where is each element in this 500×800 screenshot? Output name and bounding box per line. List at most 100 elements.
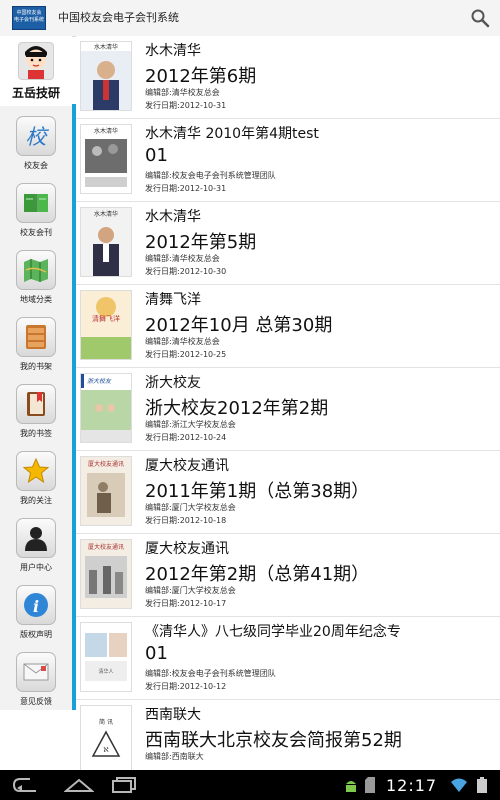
journal-date: 发行日期:2012-10-30 [145,267,227,276]
list-item[interactable]: 水木清华 水木清华 2012年第6期 编辑部:清华校友总会 发行日期:2012-… [76,36,500,119]
list-item[interactable]: 水木清华 水木清华 2010年第4期test 01 编辑部:校友会电子会刊系统管… [76,119,500,202]
journal-issue: 浙大校友2012年第2期 [145,398,329,419]
sidebar-item-label: 用户中心 [20,563,52,572]
sidebar-item-my-bookshelf[interactable]: 我的书架 [0,313,72,379]
journal-name: 浙大校友 [145,375,201,391]
sidebar-item-label: 我的书架 [20,362,52,371]
action-bar: 中国校友会 电子会刊系统 中国校友会电子会刊系统 [0,0,500,37]
journal-name: 《清华人》八七级同学毕业20周年纪念专 [145,624,401,640]
star-icon [16,451,56,491]
sidebar-item-label: 意见反馈 [20,697,52,706]
mail-icon [16,652,56,692]
svg-text:i: i [33,597,39,616]
sidebar-item-my-bookmarks[interactable]: 我的书签 [0,380,72,446]
journal-editor: 编辑部:厦门大学校友总会 [145,503,236,512]
search-icon[interactable] [470,8,490,28]
sidebar-item-label: 我的书签 [20,429,52,438]
journal-editor: 编辑部:清华校友总会 [145,88,220,97]
list-item[interactable]: 水木清华 水木清华 2012年第5期 编辑部:清华校友总会 发行日期:2012-… [76,202,500,285]
home-icon[interactable] [63,777,95,793]
sidebar-item-copyright[interactable]: i 版权声明 [0,581,72,647]
bookshelf-icon [16,317,56,357]
journal-issue: 2011年第1期（总第38期） [145,481,370,502]
journal-list[interactable]: 水木清华 水木清华 2012年第6期 编辑部:清华校友总会 发行日期:2012-… [76,36,500,770]
app-title: 中国校友会电子会刊系统 [58,11,179,24]
sidebar-item-region[interactable]: 地域分类 [0,246,72,312]
back-icon[interactable] [12,776,38,794]
sidebar-item-label: 地域分类 [20,295,52,304]
sidebar-item-label: 我的关注 [20,496,52,505]
user-icon [16,518,56,558]
sidebar-item-label: 校友会刊 [20,228,52,237]
cover-thumbnail: 浙大校友 [80,373,132,443]
cover-thumbnail: 清华人 [80,622,132,692]
cover-thumbnail: 水木清华 [80,124,132,194]
clock: 12:17 [386,776,438,795]
book-icon [16,183,56,223]
android-icon [344,777,358,793]
journal-name: 水木清华 [145,43,201,59]
svg-text:厦大校友通讯: 厦大校友通讯 [88,460,124,468]
journal-name: 清舞飞洋 [145,292,201,308]
sidebar-item-my-follows[interactable]: 我的关注 [0,447,72,513]
user-profile[interactable]: 五岳技研 [0,36,72,106]
journal-date: 发行日期:2012-10-17 [145,599,227,608]
journal-name: 西南联大 [145,707,201,723]
svg-text:水木清华: 水木清华 [94,210,118,218]
journal-date: 发行日期:2012-10-12 [145,682,227,691]
svg-text:水木清华: 水木清华 [94,43,118,51]
list-item[interactable]: 简 讯 ℵ 西南联大 西南联大北京校友会简报第52期 编辑部:西南联大 [76,700,500,770]
svg-text:浙大校友: 浙大校友 [87,377,112,385]
svg-text:简 讯: 简 讯 [99,718,113,726]
journal-issue: 01 [145,643,168,664]
journal-name: 水木清华 2010年第4期test [145,126,319,142]
svg-text:清华人: 清华人 [98,668,113,675]
journal-name: 厦大校友通讯 [145,458,229,474]
system-navigation-bar: 12:17 [0,770,500,800]
journal-editor: 编辑部:西南联大 [145,752,204,761]
journal-date: 发行日期:2012-10-31 [145,184,227,193]
svg-text:水木清华: 水木清华 [94,127,118,135]
cover-thumbnail: 清舞飞洋 [80,290,132,360]
journal-issue: 西南联大北京校友会简报第52期 [145,730,402,751]
journal-issue: 2012年10月 总第30期 [145,315,333,336]
sidebar-item-feedback[interactable]: 意见反馈 [0,648,72,714]
sidebar: 五岳技研 校 校友会 校友会刊 地域分类 我的书架 我的书签 我的关注 用户中心… [0,36,72,710]
list-item[interactable]: 清华人 《清华人》八七级同学毕业20周年纪念专 01 编辑部:校友会电子会刊系统… [76,617,500,700]
list-item[interactable]: 浙大校友 浙大校友 浙大校友2012年第2期 编辑部:浙江大学校友总会 发行日期… [76,368,500,451]
sidebar-item-alumni-journal[interactable]: 校友会刊 [0,179,72,245]
svg-text:清舞飞洋: 清舞飞洋 [92,314,120,323]
journal-editor: 编辑部:清华校友总会 [145,254,220,263]
journal-editor: 编辑部:清华校友总会 [145,337,220,346]
journal-date: 发行日期:2012-10-18 [145,516,227,525]
map-icon [16,250,56,290]
cover-thumbnail: 简 讯 ℵ [80,705,132,770]
list-item[interactable]: 厦大校友通讯 厦大校友通讯 2011年第1期（总第38期） 编辑部:厦门大学校友… [76,451,500,534]
bookmark-icon [16,384,56,424]
app-logo: 中国校友会 电子会刊系统 [12,6,46,30]
journal-editor: 编辑部:校友会电子会刊系统管理团队 [145,171,276,180]
svg-text:校: 校 [26,125,50,149]
sidebar-item-label: 校友会 [24,161,48,170]
sidebar-item-alumni-association[interactable]: 校 校友会 [0,112,72,178]
journal-editor: 编辑部:厦门大学校友总会 [145,586,236,595]
wifi-icon [450,777,468,793]
svg-text:厦大校友通讯: 厦大校友通讯 [88,543,124,551]
svg-text:ℵ: ℵ [103,746,108,754]
sidebar-item-user-center[interactable]: 用户中心 [0,514,72,580]
list-item[interactable]: 厦大校友通讯 厦大校友通讯 2012年第2期（总第41期） 编辑部:厦门大学校友… [76,534,500,617]
avatar [18,42,54,80]
journal-editor: 编辑部:校友会电子会刊系统管理团队 [145,669,276,678]
journal-issue: 01 [145,145,168,166]
journal-issue: 2012年第5期 [145,232,257,253]
cover-thumbnail: 厦大校友通讯 [80,539,132,609]
journal-date: 发行日期:2012-10-31 [145,101,227,110]
list-item[interactable]: 清舞飞洋 清舞飞洋 2012年10月 总第30期 编辑部:清华校友总会 发行日期… [76,285,500,368]
info-icon: i [16,585,56,625]
recent-apps-icon[interactable] [112,777,138,793]
journal-date: 发行日期:2012-10-24 [145,433,227,442]
xiao-char-icon: 校 [16,116,56,156]
journal-name: 厦大校友通讯 [145,541,229,557]
journal-issue: 2012年第6期 [145,66,257,87]
cover-thumbnail: 水木清华 [80,41,132,111]
